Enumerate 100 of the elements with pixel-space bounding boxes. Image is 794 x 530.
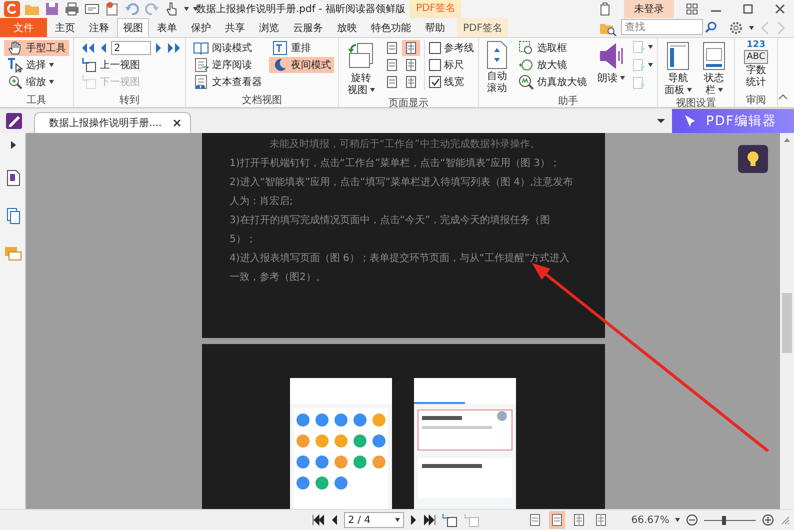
document-paragraph: 1)打开手机端钉钉，点击“工作台”菜单栏，点击“智能填表”应用（图 3）； [230,156,562,171]
group-label: 工具 [26,94,48,107]
group-label: 助手 [557,95,579,108]
page-layout-icon [386,75,398,89]
zoom-out-icon[interactable] [686,514,698,526]
menu-tab[interactable]: 放映 [331,18,363,37]
ribbon-button[interactable]: 自动 滚动 [483,40,511,95]
magnifier-glass-icon [518,74,534,90]
menu-tab[interactable]: 保护 [185,18,217,37]
read-option-button[interactable] [632,58,653,72]
menu-tab[interactable]: 注释 [83,18,115,37]
menu-tab[interactable]: 帮助 [419,18,451,37]
last-page-icon[interactable] [424,514,436,526]
page-sound-icon [632,58,646,72]
document-paragraph: 3)在打开的填写完成情况页面中，点击“今天”，完成今天的填报任务（图 5）； [230,214,552,247]
document-tab-title: 数据上报操作说明手册.... [49,116,162,130]
checkbox[interactable] [429,59,441,71]
printer-icon[interactable] [64,1,80,17]
search-field[interactable]: 查找 [621,19,703,35]
page-layout-icon [529,513,542,527]
ribbon-button[interactable]: 123 ABC 字数 统计 [739,40,773,89]
zoom-in-icon[interactable] [762,514,774,526]
settings-icon[interactable] [729,20,743,34]
ribbon-button[interactable]: 重排 [269,40,334,56]
page-sound-icon [632,76,646,90]
group-label: 审阅 [745,94,767,107]
ribbon-button[interactable]: 选取框 [515,40,590,56]
copy-pages-icon[interactable] [4,207,20,225]
previous-view-icon[interactable] [442,513,458,527]
expand-icon[interactable] [10,141,16,149]
page-number-field[interactable]: 2 [111,41,151,55]
resize-grip-icon [780,515,790,525]
close-icon[interactable] [774,3,786,15]
restore-icon[interactable] [742,3,754,15]
next-view-icon [81,74,97,90]
page-glasses-icon [193,74,209,90]
page-layout-icon [386,58,398,72]
comments-icon[interactable] [4,245,22,263]
ribbon-button[interactable]: 上一视图 [78,57,181,73]
ribbon-button[interactable]: 文本查看器 [190,74,265,90]
check-icon [430,78,440,86]
group-label: 视图设置 [675,97,717,110]
menu-tab[interactable]: 主页 [49,18,81,37]
collapse-icon[interactable] [778,93,788,101]
pdf-editor-button[interactable]: PDF编辑器 [672,109,794,133]
ribbon-button[interactable]: 导航 面板 [662,40,694,97]
scrollbar-thumb[interactable] [782,293,792,353]
checkbox[interactable] [429,76,441,88]
menu-tab[interactable]: 表单 [151,18,183,37]
group-label: 文档视图 [241,94,283,107]
zoom-in-icon [7,74,23,90]
dropdown-icon[interactable] [656,118,666,124]
previous-view-icon [81,57,97,73]
light-bulb-icon [745,150,761,168]
page-layout-icon [405,58,417,72]
document-tab[interactable]: 数据上报操作说明手册.... [34,112,191,133]
menu-tab[interactable]: PDF签名 [457,18,508,37]
read-option-button[interactable] [632,40,653,54]
ribbon-button[interactable]: 选择 [4,57,69,73]
tip-button[interactable] [738,145,768,173]
menu-tab[interactable]: 视图 [117,18,149,37]
page-layout-icon [405,75,417,89]
previous-page-icon[interactable] [330,514,338,526]
ribbon-button[interactable]: 逆序阅读 [190,57,265,73]
menu-tab[interactable]: 共享 [219,18,251,37]
checkbox-label: 参考线 [444,42,474,55]
page-layout-button[interactable] [402,40,420,56]
scroll-up-icon[interactable] [783,137,791,143]
save-icon[interactable] [44,1,60,17]
menu-tab[interactable]: 浏览 [253,18,285,37]
checkbox[interactable] [429,42,441,54]
login-button[interactable]: 未登录 [624,0,674,18]
first-page-icon[interactable] [312,514,324,526]
slider-thumb[interactable] [722,516,726,524]
page-thumbnail-icon[interactable] [4,169,20,187]
menu-tab[interactable]: 云服务 [287,18,329,37]
page-layout-icon [405,41,417,55]
search-icon[interactable] [705,21,717,33]
ribbon-button[interactable]: 旋转 视图 [343,40,379,97]
icon-number: 123 [746,40,766,50]
ribbon-button[interactable]: 缩放 [4,74,69,90]
envelope-icon[interactable] [84,1,100,17]
app-logo-icon[interactable] [4,1,20,17]
close-icon[interactable] [172,118,182,128]
ribbon-button[interactable]: 放大镜 [515,57,590,73]
page-layout-button[interactable] [549,511,566,529]
page-number-field[interactable]: 2 / 4 [344,512,404,528]
moon-icon [272,57,288,73]
foxit-sign-icon[interactable] [6,113,22,129]
ribbon-button[interactable]: 仿真放大镜 [515,74,590,90]
ribbon-button[interactable]: 夜间模式 [269,57,334,73]
page-layout-icon [386,41,398,55]
ribbon-button[interactable]: 手型工具 [4,40,69,56]
next-page-icon[interactable] [410,514,418,526]
grid-icon[interactable] [686,3,698,15]
menu-tab[interactable]: 特色功能 [365,18,417,37]
ribbon-button[interactable]: 阅读模式 [190,40,265,56]
ribbon-button[interactable]: 状态 栏 [698,40,730,97]
caret-icon [648,45,653,49]
ribbon-button[interactable]: 朗读 [594,40,628,85]
